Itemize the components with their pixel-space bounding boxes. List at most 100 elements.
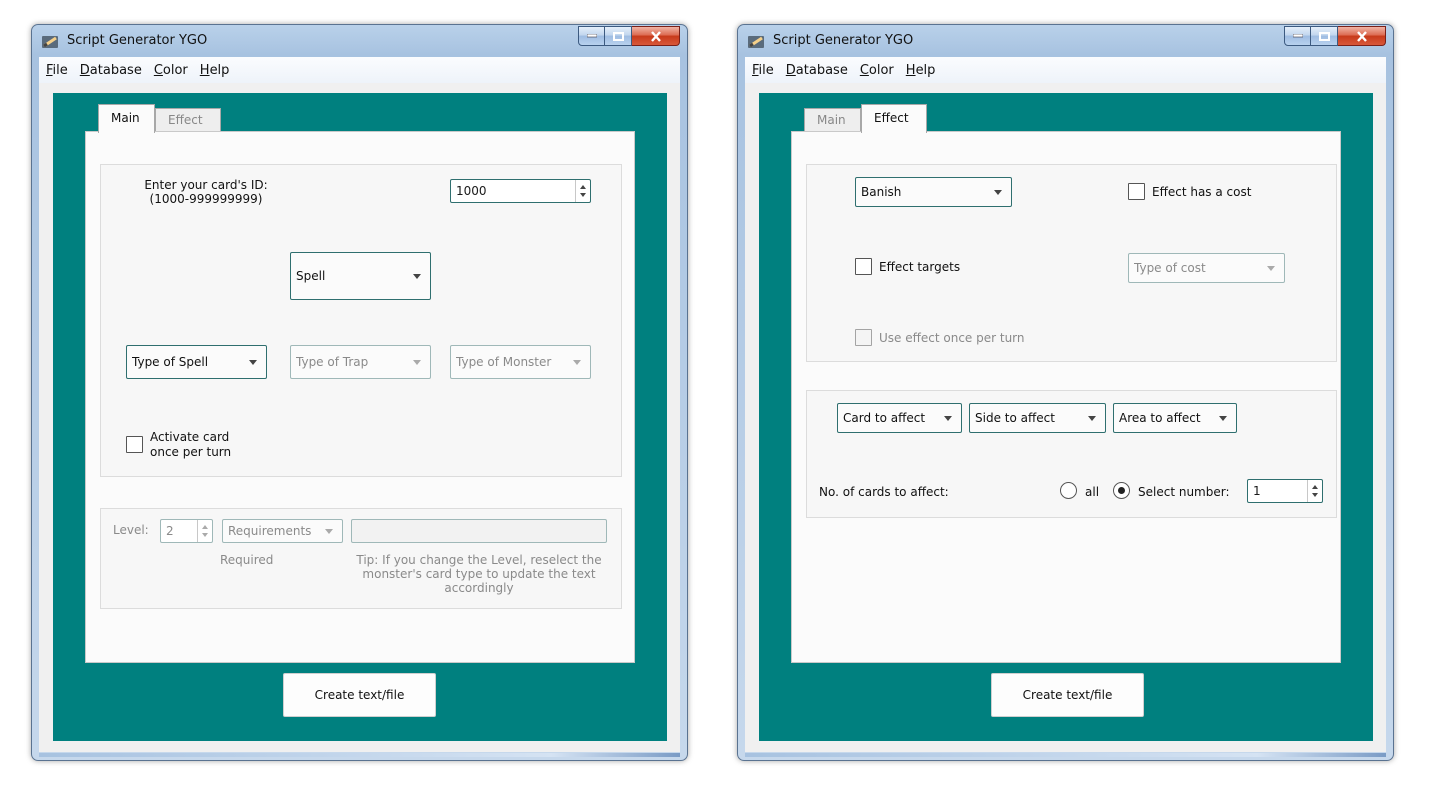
menu-color[interactable]: Color [854,63,900,78]
number-spinbox[interactable]: 1 [1247,479,1323,503]
type-of-cost-combo[interactable]: Type of cost [1128,253,1285,283]
card-id-value: 1000 [456,184,487,198]
menu-color-mnemonic: C [153,62,163,78]
activate-label-line2: once per turn [150,445,232,459]
type-of-monster-value: Type of Monster [456,355,552,369]
minimize-button[interactable] [1284,26,1311,46]
window-bottom-border [745,753,1386,757]
maximize-button[interactable] [1311,26,1338,46]
card-to-affect-value: Card to affect [843,411,926,425]
level-group: Level: 2 Requirements Required Tip: If y… [100,508,622,609]
level-label: Level: [113,523,149,537]
menu-database-mnemonic: D [785,62,796,78]
menu-help-label: elp [209,62,230,78]
activate-label-line1: Activate card [150,430,230,444]
area-to-affect-combo[interactable]: Area to affect [1113,403,1237,433]
minimize-button[interactable] [578,26,605,46]
chevron-down-icon [944,415,952,421]
create-text-file-button[interactable]: Create text/file [991,673,1144,717]
menu-color-label: olor [868,62,894,78]
create-text-file-button[interactable]: Create text/file [283,673,436,717]
requirements-value: Requirements [228,524,312,538]
menu-file-label: ile [52,62,68,78]
spin-up-icon [202,524,208,529]
close-icon [650,30,661,42]
app-window-effect-tab: Script Generator YGO File Database Color… [737,24,1394,761]
maximize-button[interactable] [605,26,632,46]
minimize-icon [586,34,597,38]
close-button[interactable] [1338,26,1386,46]
no-of-cards-label: No. of cards to affect: [819,485,949,499]
number-value: 1 [1253,484,1261,498]
chevron-down-icon [413,359,421,365]
side-to-affect-value: Side to affect [975,411,1055,425]
menu-color-mnemonic: C [859,62,869,78]
client-area: Main Effect Enter your card's ID: (1000-… [39,83,680,752]
chevron-down-icon [994,189,1002,195]
chevron-down-icon [1267,265,1275,271]
menu-color[interactable]: Color [148,63,194,78]
window-bottom-border [39,753,680,757]
tab-main[interactable]: Main [98,104,155,133]
activate-once-per-turn-checkbox[interactable] [126,436,143,453]
level-spinbox[interactable]: 2 [160,519,213,543]
type-of-spell-combo[interactable]: Type of Spell [126,345,267,379]
menu-file[interactable]: File [746,63,780,78]
side-to-affect-combo[interactable]: Side to affect [969,403,1106,433]
effect-options-group: Banish Effect has a cost Effect targets … [806,164,1337,362]
menu-help-mnemonic: H [199,62,210,78]
menu-help-label: elp [915,62,936,78]
type-of-trap-combo[interactable]: Type of Trap [290,345,431,379]
card-category-combo[interactable]: Spell [290,252,431,300]
maximize-icon [612,31,624,41]
title-bar[interactable]: Script Generator YGO [738,25,1393,57]
level-tip-text: Tip: If you change the Level, reselect t… [345,553,613,595]
effect-has-cost-checkbox[interactable] [1128,183,1145,200]
menu-database-mnemonic: D [79,62,90,78]
chevron-down-icon [573,359,581,365]
requirements-combo[interactable]: Requirements [222,519,343,543]
teal-background: Main Effect Enter your card's ID: (1000-… [53,93,667,741]
type-of-spell-value: Type of Spell [132,355,209,369]
client-area: Main Effect Banish Effect has a cost Eff… [745,83,1386,752]
main-tab-page: Enter your card's ID: (1000-999999999) 1… [85,131,635,663]
app-window-main-tab: Script Generator YGO File Database Color… [31,24,688,761]
spin-down-icon [580,193,586,198]
menu-file[interactable]: File [40,63,74,78]
card-to-affect-combo[interactable]: Card to affect [837,403,962,433]
menu-bar: File Database Color Help [39,57,680,83]
radio-select-number[interactable] [1113,482,1130,499]
chevron-down-icon [249,359,257,365]
type-of-trap-value: Type of Trap [296,355,369,369]
radio-all[interactable] [1060,482,1077,499]
chevron-down-icon [1088,415,1096,421]
tab-effect[interactable]: Effect [861,104,927,133]
menu-database-label: atabase [795,62,848,78]
radio-select-number-label: Select number: [1138,485,1230,499]
spin-down-icon [202,533,208,538]
window-title: Script Generator YGO [67,33,208,48]
menu-database[interactable]: Database [780,63,854,78]
requirements-text-field[interactable] [351,519,607,543]
tip-line2: monster's card type to update the text [362,567,596,581]
tab-effect[interactable]: Effect [155,108,221,132]
level-spin-arrows[interactable] [197,520,212,542]
type-of-monster-combo[interactable]: Type of Monster [450,345,591,379]
effect-targets-checkbox[interactable] [855,258,872,275]
card-id-label-line2: (1000-999999999) [149,192,263,206]
card-id-spinbox[interactable]: 1000 [450,179,591,203]
menu-database[interactable]: Database [74,63,148,78]
effect-has-cost-label: Effect has a cost [1152,185,1252,199]
effect-combo[interactable]: Banish [855,177,1012,207]
tab-main[interactable]: Main [804,108,861,132]
app-icon [748,36,764,48]
menu-help[interactable]: Help [900,63,942,78]
spin-down-icon [1312,493,1318,498]
use-once-per-turn-checkbox[interactable] [855,329,872,346]
title-bar[interactable]: Script Generator YGO [32,25,687,57]
card-id-spin-arrows[interactable] [575,180,590,202]
number-spin-arrows[interactable] [1307,480,1322,502]
menu-help[interactable]: Help [194,63,236,78]
chevron-down-icon [325,528,333,534]
close-button[interactable] [632,26,680,46]
